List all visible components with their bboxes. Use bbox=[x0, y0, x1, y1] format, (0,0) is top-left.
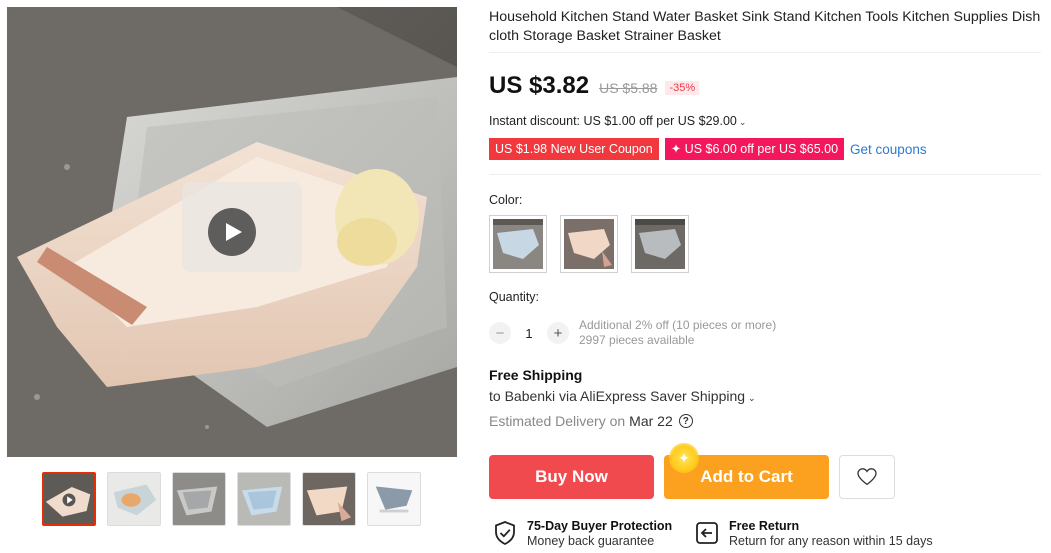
color-option-grey[interactable] bbox=[631, 215, 689, 273]
return-icon bbox=[696, 522, 718, 544]
sparkle-icon: ✦ bbox=[669, 443, 699, 473]
stock-available: 2997 pieces available bbox=[579, 333, 695, 347]
chevron-down-icon: ⌄ bbox=[748, 393, 756, 403]
return-title: Free Return bbox=[729, 519, 800, 533]
get-coupons-link[interactable]: Get coupons bbox=[850, 142, 927, 157]
return-subtitle: Return for any reason within 15 days bbox=[729, 534, 933, 548]
shipping-title: Free Shipping bbox=[489, 367, 583, 383]
discount-badge: -35% bbox=[665, 81, 700, 95]
thumbnail-5[interactable] bbox=[302, 472, 356, 526]
thumbnail-strip bbox=[42, 472, 421, 526]
coupon-row: US $1.98 New User Coupon ✦ US $6.00 off … bbox=[489, 138, 927, 160]
quantity-stepper: − 1 + Additional 2% off (10 pieces or mo… bbox=[489, 318, 776, 348]
play-icon bbox=[226, 223, 242, 241]
product-title: Household Kitchen Stand Water Basket Sin… bbox=[489, 9, 1041, 44]
instant-discount-text: Instant discount: US $1.00 off per US $2… bbox=[489, 114, 737, 128]
protection-title: 75-Day Buyer Protection bbox=[527, 519, 673, 533]
quantity-decrease-button[interactable]: − bbox=[489, 322, 511, 344]
instant-discount[interactable]: Instant discount: US $1.00 off per US $2… bbox=[489, 114, 746, 128]
thumbnail-2[interactable] bbox=[107, 472, 161, 526]
main-product-image[interactable] bbox=[7, 7, 457, 457]
help-icon[interactable]: ? bbox=[678, 414, 693, 428]
quantity-increase-button[interactable]: + bbox=[547, 322, 569, 344]
thumbnail-3[interactable] bbox=[172, 472, 226, 526]
quantity-label: Quantity: bbox=[489, 290, 540, 304]
color-swatches bbox=[489, 215, 689, 273]
quantity-note: Additional 2% off (10 pieces or more) 29… bbox=[579, 318, 776, 348]
thumbnail-1[interactable] bbox=[42, 472, 96, 526]
heart-icon bbox=[857, 468, 877, 486]
thumbnail-6[interactable] bbox=[367, 472, 421, 526]
divider bbox=[489, 52, 1041, 53]
store-coupon[interactable]: ✦ US $6.00 off per US $65.00 bbox=[664, 138, 845, 160]
divider bbox=[489, 174, 1041, 175]
new-user-coupon[interactable]: US $1.98 New User Coupon bbox=[489, 138, 659, 160]
free-return: Free Return Return for any reason within… bbox=[695, 519, 933, 549]
quantity-input[interactable]: 1 bbox=[511, 326, 547, 341]
protection-subtitle: Money back guarantee bbox=[527, 534, 655, 548]
original-price: US $5.88 bbox=[599, 80, 658, 96]
color-label: Color: bbox=[489, 193, 523, 207]
chevron-down-icon: ⌄ bbox=[738, 117, 747, 127]
video-play-button[interactable] bbox=[208, 208, 256, 256]
buyer-protection: 75-Day Buyer Protection Money back guara… bbox=[493, 519, 672, 549]
color-option-blue[interactable] bbox=[489, 215, 547, 273]
shield-check-icon bbox=[495, 521, 515, 545]
delivery-date: Mar 22 bbox=[629, 413, 673, 429]
color-option-pink[interactable] bbox=[560, 215, 618, 273]
thumbnail-4[interactable] bbox=[237, 472, 291, 526]
shipping-method-text: to Babenki via AliExpress Saver Shipping bbox=[489, 388, 746, 404]
wishlist-button[interactable] bbox=[839, 455, 895, 499]
price-row: US $3.82 US $5.88 -35% bbox=[489, 72, 700, 100]
estimated-delivery: Estimated Delivery on Mar 22 ? bbox=[489, 413, 693, 429]
shipping-method-selector[interactable]: to Babenki via AliExpress Saver Shipping… bbox=[489, 388, 756, 404]
delivery-label: Estimated Delivery on bbox=[489, 413, 626, 429]
buy-now-button[interactable]: Buy Now bbox=[489, 455, 654, 499]
current-price: US $3.82 bbox=[489, 72, 590, 99]
bulk-discount-note: Additional 2% off (10 pieces or more) bbox=[579, 318, 777, 332]
